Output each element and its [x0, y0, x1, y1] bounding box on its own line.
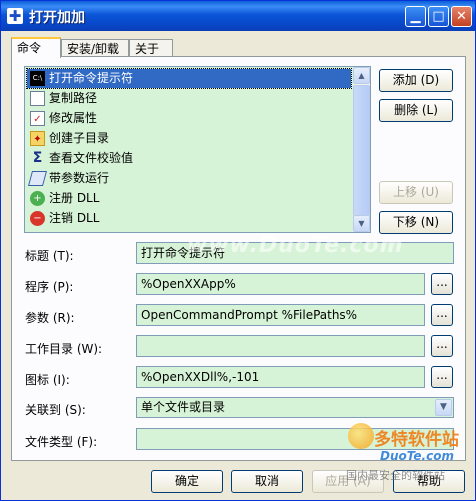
console-icon: C:\ — [30, 71, 45, 86]
arrow-up-icon: ▲ — [358, 71, 365, 80]
program-input[interactable]: %OpenXXApp% — [136, 273, 425, 295]
maximize-icon: □ — [432, 9, 445, 24]
list-item[interactable]: ✦ 创建子目录 — [27, 129, 351, 148]
icon-input[interactable]: %OpenXXDll%,-101 — [136, 366, 425, 388]
new-folder-icon: ✦ — [30, 131, 45, 146]
program-browse-button[interactable]: ... — [431, 273, 453, 295]
unregister-icon: − — [30, 211, 45, 226]
list-item[interactable]: ✓ 修改属性 — [27, 109, 351, 128]
move-up-button[interactable]: 上移 (U) — [379, 181, 453, 204]
tab-commands[interactable]: 命令 — [11, 37, 61, 58]
list-item[interactable]: Σ 查看文件校验值 — [27, 149, 351, 168]
list-item[interactable]: 带参数运行 — [27, 169, 351, 188]
register-icon: + — [30, 191, 45, 206]
workdir-label: 工作目录 (W): — [25, 342, 103, 356]
title-bar[interactable]: ✚ 打开加加 ▁ □ ✕ — [1, 1, 475, 31]
assoc-value: 单个文件或目录 — [141, 400, 226, 414]
arrow-down-icon: ▼ — [358, 219, 365, 228]
workdir-input[interactable] — [136, 335, 425, 357]
sigma-icon: Σ — [32, 150, 43, 166]
list-item[interactable]: 复制路径 — [27, 89, 351, 108]
add-button[interactable]: 添加 (D) — [379, 69, 453, 92]
command-list[interactable]: C:\ 打开命令提示符 复制路径 ✓ 修改属性 ✦ 创建子目录 Σ 查看文件校验… — [24, 66, 371, 233]
dropdown-button[interactable]: ▼ — [435, 399, 452, 416]
list-item[interactable]: C:\ 打开命令提示符 — [26, 68, 352, 89]
tab-install[interactable]: 安装/卸载 — [61, 39, 129, 57]
apply-button[interactable]: 应用 (A) — [312, 470, 384, 493]
params-input[interactable]: OpenCommandPrompt %FilePaths% — [136, 304, 425, 326]
chevron-down-icon: ▼ — [440, 402, 447, 412]
filetype-input[interactable] — [136, 428, 454, 450]
minimize-button[interactable]: ▁ — [405, 6, 426, 27]
ok-button[interactable]: 确定 — [151, 470, 223, 493]
scroll-down-button[interactable]: ▼ — [353, 215, 370, 232]
scroll-thumb[interactable] — [353, 85, 370, 216]
title-label: 标题 (T): — [25, 249, 74, 263]
params-label: 参数 (R): — [25, 311, 75, 325]
checklist-icon: ✓ — [30, 111, 45, 126]
minimize-icon: ▁ — [410, 9, 421, 24]
list-item[interactable]: + 注册 DLL — [27, 189, 351, 208]
workdir-browse-button[interactable]: ... — [431, 335, 453, 357]
title-input[interactable]: 打开命令提示符 — [136, 242, 454, 264]
help-button[interactable]: 帮助 — [393, 470, 465, 493]
move-down-button[interactable]: 下移 (N) — [379, 211, 453, 234]
scroll-up-button[interactable]: ▲ — [353, 67, 370, 84]
list-scrollbar[interactable]: ▲ ▼ — [353, 67, 370, 232]
window-title: 打开加加 — [29, 10, 85, 26]
maximize-button[interactable]: □ — [428, 6, 449, 27]
assoc-select[interactable]: 单个文件或目录 ▼ — [136, 397, 454, 418]
program-label: 程序 (P): — [25, 280, 74, 294]
assoc-label: 关联到 (S): — [25, 403, 86, 417]
close-button[interactable]: ✕ — [451, 6, 472, 27]
app-icon: ✚ — [7, 7, 23, 25]
list-item[interactable]: − 注销 DLL — [27, 209, 351, 228]
filetype-label: 文件类型 (F): — [25, 435, 98, 449]
icon-browse-button[interactable]: ... — [431, 366, 453, 388]
document-icon — [30, 91, 45, 106]
delete-button[interactable]: 删除 (L) — [379, 99, 453, 122]
dialog-window: ✚ 打开加加 ▁ □ ✕ 命令 安装/卸载 关于 C:\ 打开命令提示符 复制路… — [0, 0, 476, 501]
params-browse-button[interactable]: ... — [431, 304, 453, 326]
tab-about[interactable]: 关于 — [129, 39, 173, 57]
close-icon: ✕ — [456, 9, 467, 24]
cancel-button[interactable]: 取消 — [231, 470, 303, 493]
run-icon — [27, 171, 48, 186]
icon-label: 图标 (I): — [25, 373, 70, 387]
